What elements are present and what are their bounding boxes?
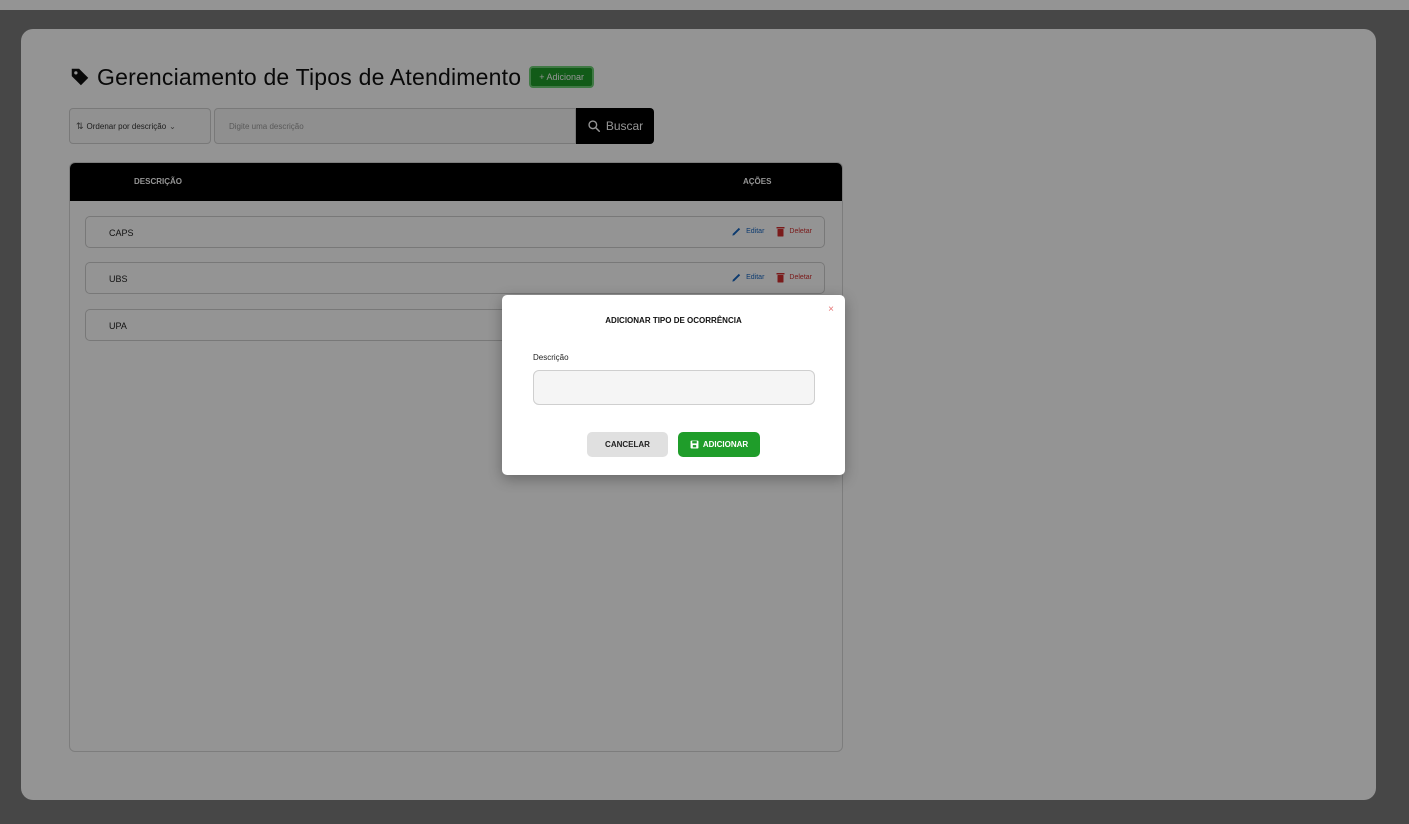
add-type-modal: ADICIONAR TIPO DE OCORRÊNCIA × Descrição… <box>502 295 845 475</box>
cancel-button[interactable]: CANCELAR <box>587 432 668 457</box>
modal-title: ADICIONAR TIPO DE OCORRÊNCIA <box>605 316 742 325</box>
save-icon <box>690 440 699 449</box>
close-icon[interactable]: × <box>828 304 834 315</box>
description-label: Descrição <box>533 353 569 362</box>
confirm-add-button[interactable]: ADICIONAR <box>678 432 760 457</box>
description-input[interactable] <box>533 370 815 405</box>
confirm-add-label: ADICIONAR <box>702 440 749 449</box>
